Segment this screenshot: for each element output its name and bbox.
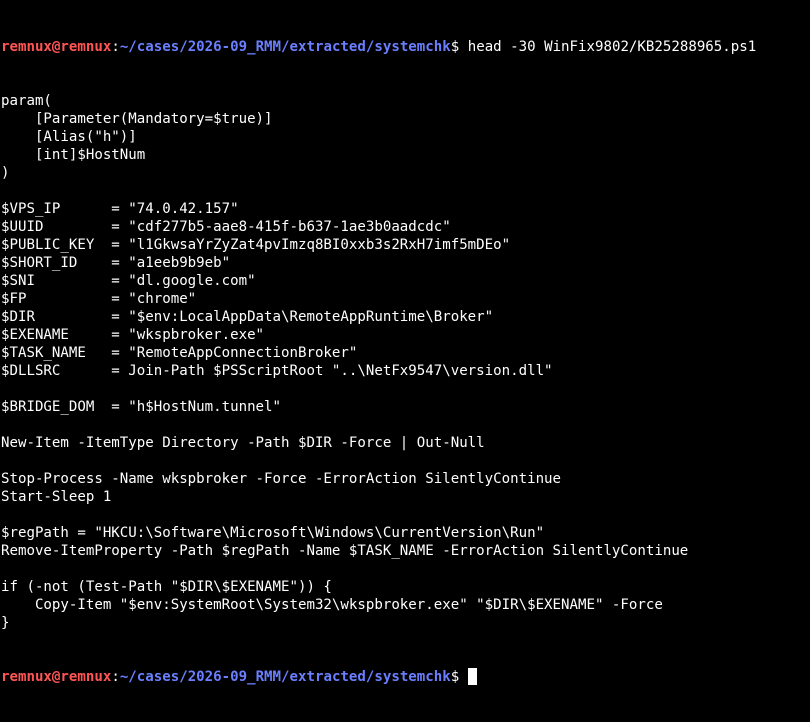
prompt-separator: : xyxy=(111,39,120,55)
prompt-user-host: remnux@remnux xyxy=(1,669,112,685)
terminal-window[interactable]: remnux@remnux:~/cases/2026-09_RMM/extrac… xyxy=(0,0,810,685)
output-line: param( xyxy=(1,93,52,109)
output-line: [int]$HostNum xyxy=(1,147,146,163)
output-line: $SHORT_ID = "a1eeb9b9eb" xyxy=(1,255,231,271)
output-line: $SNI = "dl.google.com" xyxy=(1,273,256,289)
output-line: $PUBLIC_KEY = "l1GkwsaYrZyZat4pvImzq8BI0… xyxy=(1,237,511,253)
output-line: if (-not (Test-Path "$DIR\$EXENAME")) { xyxy=(1,579,332,595)
output-line: $DIR = "$env:LocalAppData\RemoteAppRunti… xyxy=(1,309,494,325)
output-line: $UUID = "cdf277b5-aae8-415f-b637-1ae3b0a… xyxy=(1,219,451,235)
output-line: [Parameter(Mandatory=$true)] xyxy=(1,111,273,127)
prompt-separator: : xyxy=(111,669,120,685)
prompt-user-host: remnux@remnux xyxy=(1,39,112,55)
output-line: $TASK_NAME = "RemoteAppConnectionBroker" xyxy=(1,345,358,361)
prompt-path: ~/cases/2026-09_RMM/extracted/systemchk xyxy=(119,39,451,55)
output-line: $DLLSRC = Join-Path $PSScriptRoot "..\Ne… xyxy=(1,363,553,379)
output-line: Start-Sleep 1 xyxy=(1,489,112,505)
text-cursor[interactable] xyxy=(467,668,477,685)
output-line: $FP = "chrome" xyxy=(1,291,197,307)
command-output: param( [Parameter(Mandatory=$true)] [Ali… xyxy=(1,92,810,632)
output-line: Remove-ItemProperty -Path $regPath -Name… xyxy=(1,543,689,559)
output-line: $BRIDGE_DOM = "h$HostNum.tunnel" xyxy=(1,399,282,415)
output-line: New-Item -ItemType Directory -Path $DIR … xyxy=(1,435,485,451)
output-line: $VPS_IP = "74.0.42.157" xyxy=(1,201,239,217)
command-text: head -30 WinFix9802/KB25288965.ps1 xyxy=(467,39,757,55)
output-line: $EXENAME = "wkspbroker.exe" xyxy=(1,327,265,343)
output-line: Stop-Process -Name wkspbroker -Force -Er… xyxy=(1,471,562,487)
output-line: [Alias("h")] xyxy=(1,129,137,145)
output-line: $regPath = "HKCU:\Software\Microsoft\Win… xyxy=(1,525,545,541)
prompt-path: ~/cases/2026-09_RMM/extracted/systemchk xyxy=(119,669,451,685)
command-line: remnux@remnux:~/cases/2026-09_RMM/extrac… xyxy=(1,38,810,56)
prompt-dollar: $ xyxy=(450,669,468,685)
prompt-dollar: $ xyxy=(450,39,468,55)
output-line: ) xyxy=(1,165,10,181)
output-line: Copy-Item "$env:SystemRoot\System32\wksp… xyxy=(1,597,663,613)
scrollbar[interactable] xyxy=(804,0,810,587)
output-line: } xyxy=(1,615,10,631)
active-prompt-line[interactable]: remnux@remnux:~/cases/2026-09_RMM/extrac… xyxy=(1,668,810,686)
